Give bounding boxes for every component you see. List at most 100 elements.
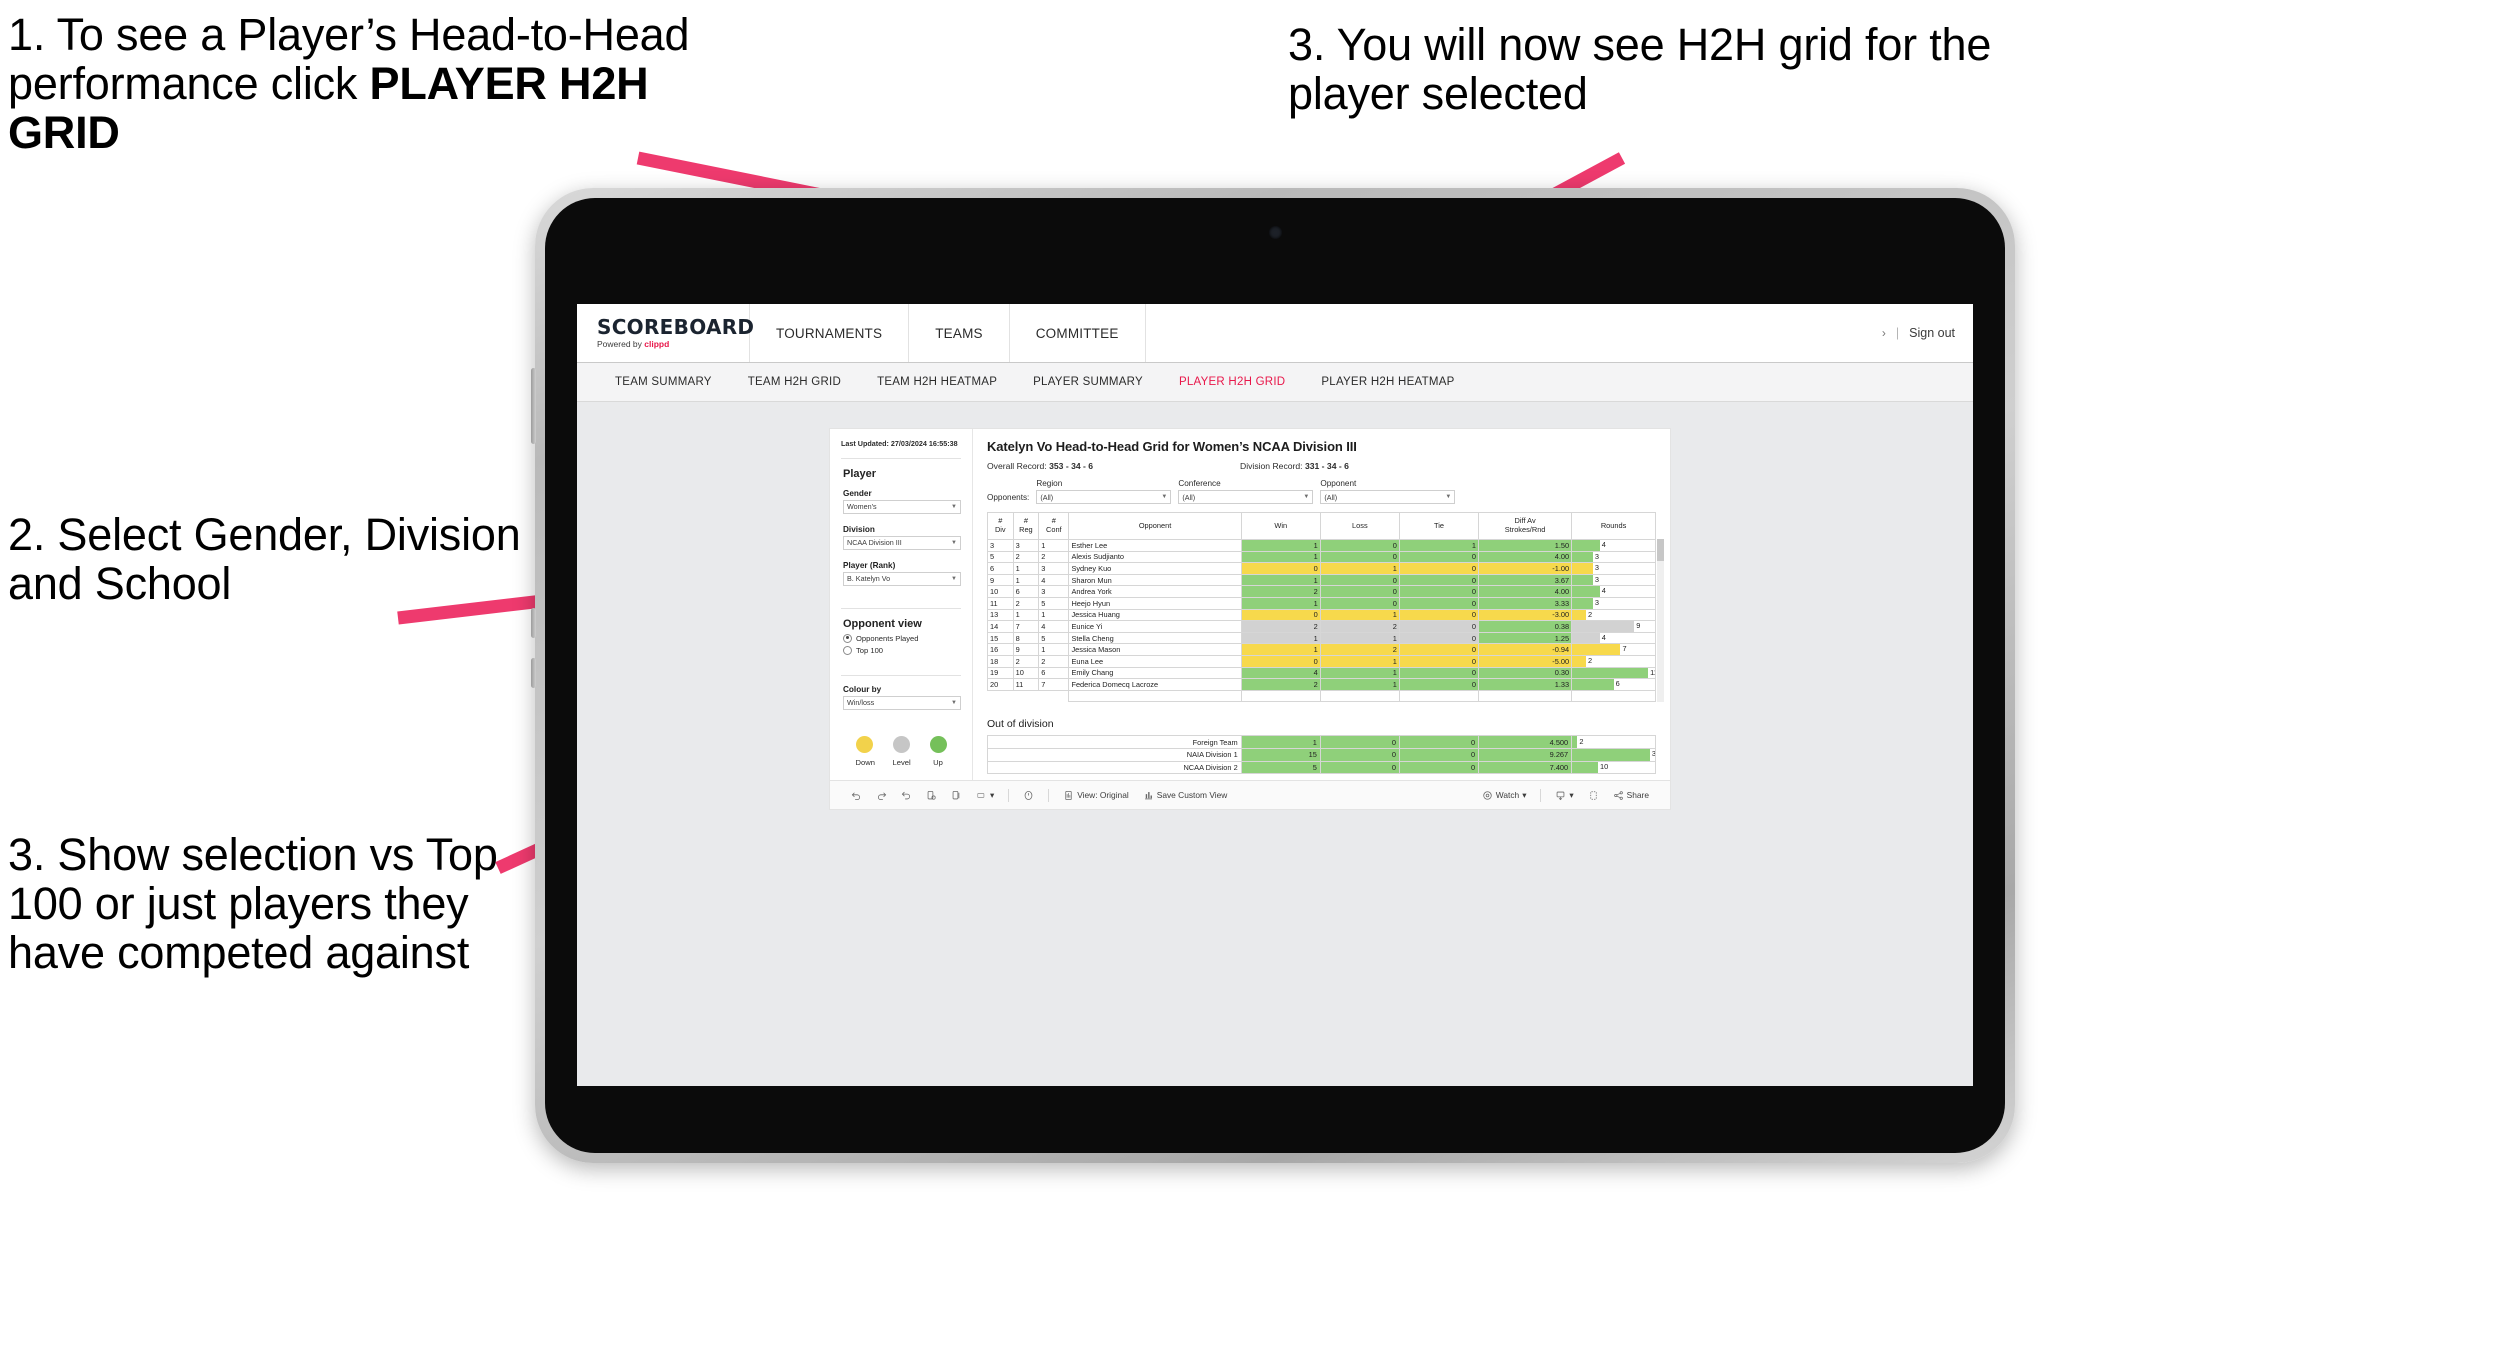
chevron-right-icon[interactable]: › (1882, 326, 1886, 340)
view-original-button[interactable]: View: Original (1056, 790, 1136, 801)
refresh-data-button[interactable] (919, 790, 944, 801)
save-custom-view-icon (1144, 791, 1152, 799)
conference-value: (All) (1182, 492, 1196, 502)
player-rank-select[interactable]: B. Katelyn Vo ▼ (843, 571, 961, 586)
share-button[interactable]: Share (1606, 790, 1656, 801)
radio-top-100[interactable]: Top 100 (843, 645, 961, 655)
cell-div-rank: 13 (987, 608, 1014, 622)
rounds-value: 6 (1615, 679, 1620, 689)
pause-auto-updates-button[interactable] (944, 790, 969, 801)
top-menu-item-tournaments[interactable]: TOURNAMENTS (750, 304, 910, 362)
redo-button[interactable] (869, 790, 894, 801)
download-button[interactable]: ▾ (1548, 790, 1580, 801)
brand-logo[interactable]: SCOREBOARD Powered by clippd (577, 304, 754, 362)
cell-rounds: 9 (1571, 620, 1656, 633)
cell-diff-av-strokes: 4.500 (1478, 735, 1573, 749)
table-row[interactable]: 13 1 1 Jessica Huang 0 1 0 -3.00 2 (987, 608, 1656, 622)
h2h-table-body: 3 3 1 Esther Lee 1 0 1 1.50 4 5 2 2 Alexis Sudjianto… (987, 539, 1656, 703)
cell-tie: 0 (1398, 585, 1480, 598)
tab-player-summary[interactable]: PLAYER SUMMARY (1015, 376, 1161, 388)
h2h-col-header-5[interactable]: Loss (1319, 512, 1400, 540)
h2h-col-header-6[interactable]: Tie (1398, 512, 1480, 540)
save-custom-view-button[interactable]: Save Custom View (1136, 790, 1235, 801)
watch-button[interactable]: Watch ▾ (1475, 790, 1534, 801)
table-scrollbar-thumb[interactable] (1657, 539, 1664, 561)
region-select[interactable]: (All) ▼ (1036, 490, 1172, 504)
cell-tie: 0 (1398, 573, 1480, 587)
cell-reg-rank: 11 (1012, 678, 1040, 691)
cell-loss: 0 (1319, 747, 1400, 762)
division-select[interactable]: NCAA Division III ▼ (843, 535, 961, 550)
table-row[interactable]: 15 8 5 Stella Cheng 1 1 0 1.25 4 (987, 631, 1656, 645)
h2h-col-header-4[interactable]: Win (1240, 512, 1321, 540)
cell-win: 1 (1240, 643, 1321, 656)
table-row[interactable]: 3 3 1 Esther Lee 1 0 1 1.50 4 (987, 539, 1656, 552)
cell-reg-rank: 2 (1012, 550, 1040, 564)
h2h-col-header-8[interactable]: Rounds (1571, 512, 1656, 540)
cell-loss: 1 (1319, 608, 1400, 622)
cell-loss: 1 (1319, 631, 1400, 645)
annotation-step-1: 1. To see a Player’s Head-to-Head perfor… (8, 10, 728, 157)
table-row[interactable]: 11 2 5 Heejo Hyun 1 0 0 3.33 3 (987, 596, 1656, 610)
refresh-data-icon (927, 790, 936, 800)
tab-player-h2h-heatmap[interactable]: PLAYER H2H HEATMAP (1303, 376, 1472, 388)
header-separator: | (1895, 326, 1900, 340)
cell-opponent: Jessica Mason (1068, 643, 1242, 656)
table-row[interactable]: 16 9 1 Jessica Mason 1 2 0 -0.94 7 (987, 643, 1656, 656)
undo-button[interactable] (844, 790, 869, 801)
chevron-down-icon: ▼ (951, 503, 957, 510)
cell-div-rank: 3 (987, 539, 1014, 552)
top-menu-item-teams[interactable]: TEAMS (909, 304, 1010, 362)
tab-team-h2h-grid[interactable]: TEAM H2H GRID (730, 376, 859, 388)
radio-on-icon (843, 633, 852, 643)
cell-win: 15 (1240, 747, 1321, 762)
pause-updates-clock-button[interactable] (1016, 790, 1041, 801)
table-row[interactable]: 19106Emily Chang4100.3011 (987, 666, 1656, 680)
fullscreen-button[interactable] (1581, 790, 1606, 801)
tab-team-summary[interactable]: TEAM SUMMARY (597, 376, 730, 388)
h2h-col-header-7[interactable]: Diff Av Strokes/Rnd (1478, 512, 1573, 540)
conference-select[interactable]: (All) ▼ (1178, 490, 1314, 504)
fullscreen-icon (1590, 790, 1597, 800)
cell-conf-rank: 4 (1038, 620, 1070, 633)
table-row[interactable]: 10 6 3 Andrea York 2 0 0 4.00 4 (987, 585, 1656, 598)
sign-out-link[interactable]: Sign out (1909, 326, 1955, 340)
tab-team-h2h-heatmap[interactable]: TEAM H2H HEATMAP (859, 376, 1015, 388)
blank-cell (1240, 689, 1321, 703)
table-row[interactable]: 5 2 2 Alexis Sudjianto 1 0 0 4.00 3 (987, 550, 1656, 564)
overall-record-label: Overall Record: (987, 461, 1050, 471)
opponent-value: (All) (1324, 492, 1338, 502)
table-scrollbar-track[interactable] (1657, 539, 1664, 703)
cell-win: 2 (1240, 620, 1321, 633)
h2h-col-header-2[interactable]: # Conf (1038, 512, 1070, 540)
cell-diff-av-strokes: 1.50 (1478, 539, 1573, 552)
tab-player-h2h-grid[interactable]: PLAYER H2H GRID (1161, 376, 1303, 388)
cell-div-rank: 16 (987, 643, 1014, 656)
gender-select[interactable]: Women's ▼ (843, 499, 961, 514)
h2h-col-header-0[interactable]: # Div (987, 512, 1014, 540)
toolbar-divider (1540, 788, 1542, 802)
table-row[interactable]: 18 2 2 Euna Lee 0 1 0 -5.00 2 (987, 654, 1656, 668)
out-of-division-row[interactable]: NAIA Division 115009.26730 (987, 747, 1656, 762)
h2h-col-header-3[interactable]: Opponent (1068, 512, 1242, 540)
view-original-label: View: Original (1077, 790, 1129, 801)
device-preview-button[interactable]: ▾ (969, 790, 1001, 801)
opponents-label: Opponents: (987, 493, 1030, 502)
cell-loss: 0 (1319, 735, 1400, 749)
table-row[interactable]: 20 11 7 Federica Domecq Lacroze 2 1 0 1.33 6 (987, 678, 1656, 691)
out-of-division-row[interactable]: NCAA Division 2 5 0 0 7.400 10 (987, 760, 1656, 775)
table-row[interactable]: 9 1 4 Sharon Mun 1 0 0 3.67 3 (987, 573, 1656, 587)
top-menu-item-committee[interactable]: COMMITTEE (1010, 304, 1146, 362)
cell-opponent: Sydney Kuo (1068, 562, 1242, 575)
table-row[interactable]: 6 1 3 Sydney Kuo 0 1 0 -1.00 3 (987, 562, 1656, 575)
table-row[interactable]: 14 7 4 Eunice Yi 2 2 0 0.38 9 (987, 620, 1656, 633)
table-blank-rows (988, 689, 1656, 703)
opponent-select[interactable]: (All) ▼ (1320, 490, 1456, 504)
revert-button[interactable] (894, 790, 919, 801)
out-of-division-row[interactable]: Foreign Team 1 0 0 4.500 2 (987, 735, 1656, 749)
control-sidebar: Last Updated: 27/03/2024 16:55:38 Player… (830, 429, 973, 781)
radio-opponents-played[interactable]: Opponents Played (843, 633, 961, 643)
watch-label: Watch (1495, 790, 1520, 801)
h2h-col-header-1[interactable]: # Reg (1012, 512, 1040, 540)
colour-by-select[interactable]: Win/loss ▼ (843, 695, 961, 710)
